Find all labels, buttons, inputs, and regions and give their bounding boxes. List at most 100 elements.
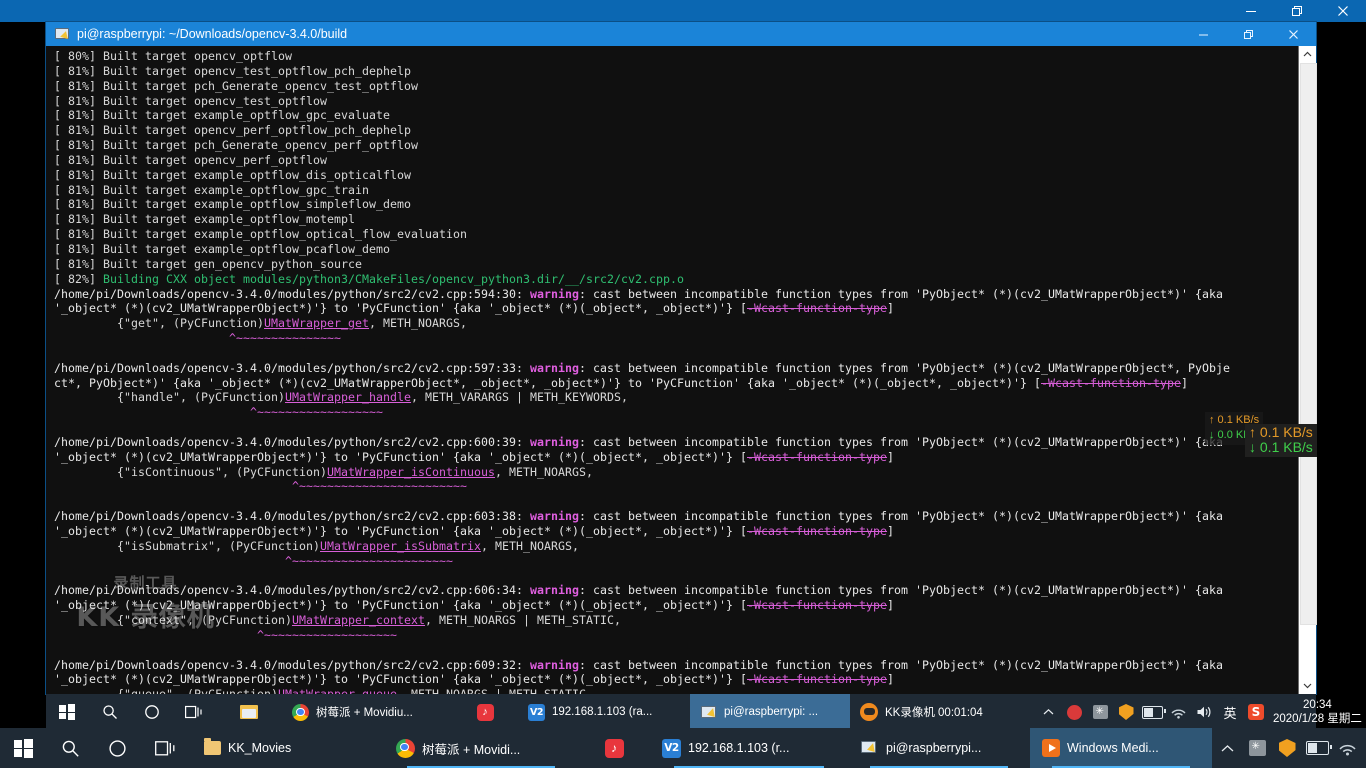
putty-close-button[interactable] xyxy=(1271,22,1316,46)
outer-taskbar-label-vnc: 192.168.1.103 (r... xyxy=(688,741,790,755)
outer-taskbar-item-vnc[interactable]: V2 192.168.1.103 (r... xyxy=(650,728,848,768)
windows-media-player-icon xyxy=(1042,739,1060,757)
putty-window: pi@raspberrypi: ~/Downloads/opencv-3.4.0… xyxy=(46,22,1317,694)
network-speed-widget-outer[interactable]: ↑ 0.1 KB/s ↓ 0.1 KB/s xyxy=(1245,424,1317,457)
terminal-caret-line: ^~~~~~~~~~~~~~~~~~~~ xyxy=(54,627,398,642)
vnc-viewer-icon: V2 xyxy=(662,738,681,758)
outer-search-button[interactable] xyxy=(46,728,94,768)
outer-taskbar: KK_Movies 树莓派 + Movidi... ♪ V2 192.168.1… xyxy=(0,728,1366,768)
terminal-warning-header: /home/pi/Downloads/opencv-3.4.0/modules/… xyxy=(54,434,1224,449)
windows-logo-icon xyxy=(59,704,75,720)
inner-cortana-button[interactable] xyxy=(132,694,172,730)
outer-close-button[interactable] xyxy=(1320,0,1366,22)
scrollbar-thumb[interactable] xyxy=(1300,63,1317,625)
tray-chevron-up-icon[interactable] xyxy=(1035,694,1061,730)
terminal-scrollbar[interactable] xyxy=(1298,46,1317,694)
outer-taskbar-item-putty[interactable]: pi@raspberrypi... xyxy=(848,728,1030,768)
tray-battery-icon[interactable] xyxy=(1302,728,1332,768)
terminal-line: [ 81%] Built target pch_Generate_opencv_… xyxy=(54,78,419,93)
inner-taskbar-item-netease[interactable]: ♪ xyxy=(452,694,518,730)
inner-taskbar-item-explorer[interactable] xyxy=(216,694,282,730)
putty-restore-button[interactable] xyxy=(1226,22,1271,46)
outer-window-titlebar xyxy=(0,0,1366,22)
terminal-caret-line: ^~~~~~~~~~~~~~~~ xyxy=(54,331,342,346)
chrome-icon xyxy=(292,703,309,721)
terminal-warning-code: {"handle", (PyCFunction)UMatWrapper_hand… xyxy=(54,390,629,405)
outer-taskbar-label-chrome: 树莓派 + Movidi... xyxy=(422,742,521,757)
inner-taskbar-item-chrome[interactable]: 树莓派 + Movidiu... xyxy=(282,694,452,730)
terminal-warning-code: {"context", (PyCFunction)UMatWrapper_con… xyxy=(54,613,622,628)
terminal-warning-header: /home/pi/Downloads/opencv-3.4.0/modules/… xyxy=(54,286,1224,301)
tray-volume-icon[interactable] xyxy=(1191,694,1217,730)
putty-window-title: pi@raspberrypi: ~/Downloads/opencv-3.4.0… xyxy=(77,27,348,41)
tray-wifi-icon[interactable] xyxy=(1332,728,1362,768)
outer-task-view-button[interactable] xyxy=(140,728,190,768)
netease-music-icon: ♪ xyxy=(604,738,624,758)
tray-battery-icon[interactable] xyxy=(1139,694,1166,730)
inner-search-button[interactable] xyxy=(88,694,132,730)
putty-icon xyxy=(700,704,717,720)
search-icon xyxy=(103,705,117,719)
inner-taskbar-clock[interactable]: 20:34 2020/1/28 星期二 xyxy=(1273,698,1362,727)
inner-taskbar-item-vnc[interactable]: V2 192.168.1.103 (ra... xyxy=(518,694,690,730)
inner-task-view-button[interactable] xyxy=(172,694,216,730)
tray-volume-icon[interactable] xyxy=(1362,728,1366,768)
putty-terminal-icon xyxy=(54,26,70,42)
inner-clock-time: 20:34 xyxy=(1303,698,1332,711)
terminal-warning-cont: ct*, PyObject*)' {aka '_object* (*)(cv2_… xyxy=(54,375,1189,390)
cortana-icon xyxy=(145,705,159,719)
terminal-area: [ 80%] Built target opencv_optflow[ 81%]… xyxy=(46,46,1317,694)
tray-ime-indicator[interactable]: 英 xyxy=(1217,694,1243,730)
inner-start-button[interactable] xyxy=(46,694,88,730)
screen: pi@raspberrypi: ~/Downloads/opencv-3.4.0… xyxy=(0,0,1366,768)
tray-message-icon[interactable] xyxy=(1087,694,1113,730)
search-icon xyxy=(62,740,79,757)
terminal-warning-cont: '_object* (*)(cv2_UMatWrapperObject*)'} … xyxy=(54,672,895,687)
outer-system-tray: 中 S 20:44 2020/1/28 星期二 2 xyxy=(1212,728,1366,768)
tray-chevron-up-icon[interactable] xyxy=(1212,728,1242,768)
terminal-warning-code: {"queue", (PyCFunction)UMatWrapper_queue… xyxy=(54,687,1298,694)
terminal-line: [ 81%] Built target opencv_test_optflow_… xyxy=(54,63,412,78)
outer-taskbar-item-chrome[interactable]: 树莓派 + Movidi... xyxy=(384,728,578,768)
tray-shield-icon[interactable] xyxy=(1113,694,1139,730)
outer-cortana-button[interactable] xyxy=(94,728,140,768)
kk-recorder-icon xyxy=(860,703,878,721)
terminal-warning-cont: '_object* (*)(cv2_UMatWrapperObject*)'} … xyxy=(54,524,895,538)
scroll-down-arrow[interactable] xyxy=(1299,677,1316,694)
terminal-line: [ 81%] Built target example_optflow_pcaf… xyxy=(54,241,391,256)
tray-wifi-icon[interactable] xyxy=(1165,694,1191,730)
inner-taskbar-label-vnc: 192.168.1.103 (ra... xyxy=(552,706,653,718)
outer-restore-button[interactable] xyxy=(1274,0,1320,22)
inner-taskbar-item-putty[interactable]: pi@raspberrypi: ... xyxy=(690,694,850,730)
putty-minimize-button[interactable] xyxy=(1181,22,1226,46)
outer-start-button[interactable] xyxy=(0,728,46,768)
terminal-line: [ 81%] Built target example_optflow_simp… xyxy=(54,197,412,212)
terminal-output[interactable]: [ 80%] Built target opencv_optflow[ 81%]… xyxy=(46,46,1298,694)
tray-shield-icon[interactable] xyxy=(1272,728,1302,768)
putty-window-controls xyxy=(1181,22,1316,46)
outer-minimize-button[interactable] xyxy=(1228,0,1274,22)
network-download-speed-outer: ↓ 0.1 KB/s xyxy=(1249,439,1313,455)
putty-icon xyxy=(860,739,879,757)
scroll-up-arrow[interactable] xyxy=(1299,46,1316,63)
putty-titlebar[interactable]: pi@raspberrypi: ~/Downloads/opencv-3.4.0… xyxy=(46,22,1316,46)
terminal-line-building: [ 82%] Building CXX object modules/pytho… xyxy=(54,271,685,286)
file-explorer-icon xyxy=(240,705,258,719)
terminal-caret-line: ^~~~~~~~~~~~~~~~~~~ xyxy=(54,405,384,420)
inner-taskbar: 树莓派 + Movidiu... ♪ V2 192.168.1.103 (ra.… xyxy=(46,694,1362,730)
tray-message-icon[interactable] xyxy=(1242,728,1272,768)
terminal-line: [ 81%] Built target example_optflow_gpc_… xyxy=(54,182,370,197)
terminal-line: [ 81%] Built target opencv_test_optflow xyxy=(54,93,328,108)
outer-taskbar-item-netease[interactable]: ♪ xyxy=(578,728,650,768)
task-view-icon xyxy=(185,705,202,718)
outer-taskbar-item-kk-movies[interactable]: KK_Movies xyxy=(190,728,384,768)
tray-sogou-icon[interactable]: S xyxy=(1243,694,1269,730)
outer-taskbar-item-windows-media-player[interactable]: Windows Medi... xyxy=(1030,728,1212,768)
inner-taskbar-item-kk-recorder[interactable]: KK录像机 00:01:04 xyxy=(850,694,1035,730)
terminal-line: [ 81%] Built target example_optflow_mote… xyxy=(54,212,356,227)
tray-red-circle-icon[interactable] xyxy=(1061,694,1087,730)
